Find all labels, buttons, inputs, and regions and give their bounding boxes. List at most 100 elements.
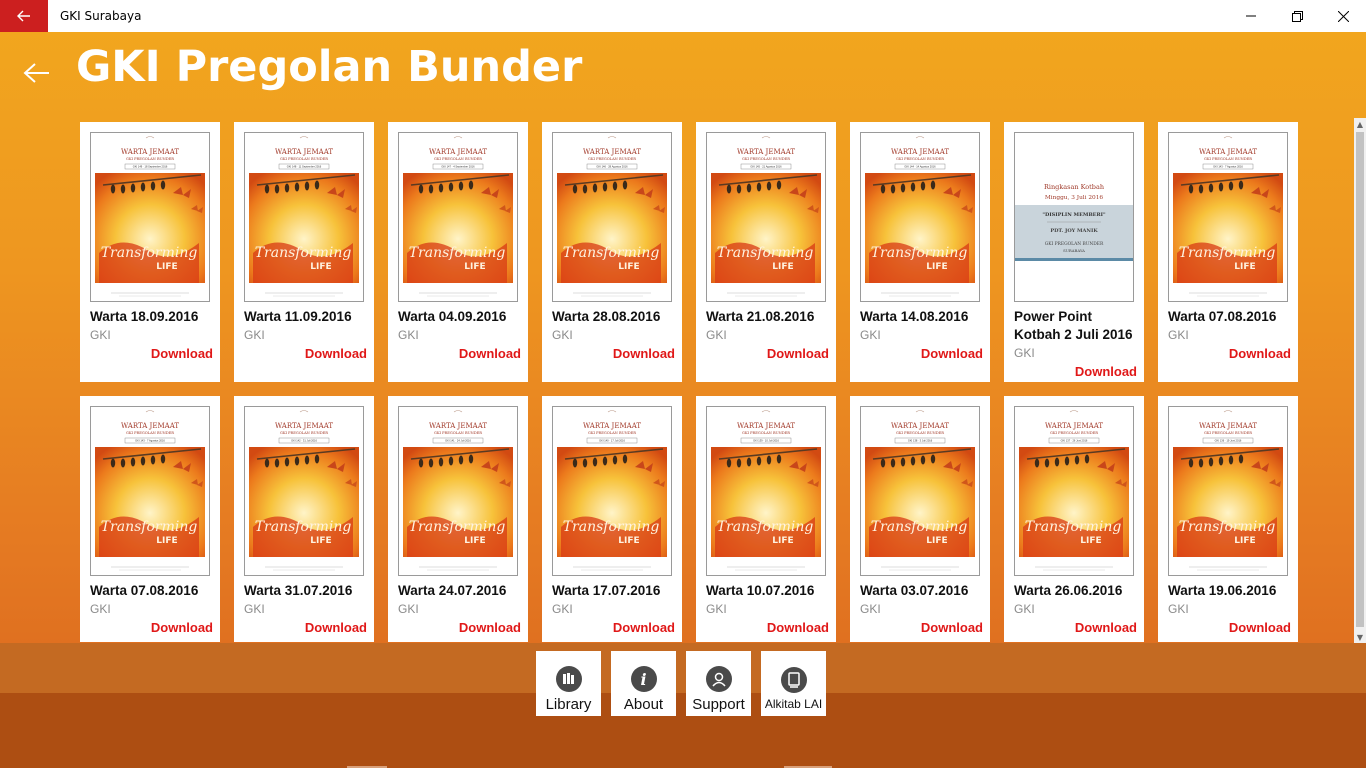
document-source: GKI <box>1014 602 1035 616</box>
document-tile[interactable]: WARTA JEMAAT GKI PREGOLAN BUNDER GKI 149… <box>80 122 220 382</box>
document-thumbnail[interactable]: WARTA JEMAAT GKI PREGOLAN BUNDER GKI 143… <box>1168 132 1288 302</box>
download-link[interactable]: Download <box>151 346 213 361</box>
document-tile[interactable]: WARTA JEMAAT GKI PREGOLAN BUNDER GKI 139… <box>696 396 836 642</box>
warta-cover-image: WARTA JEMAAT GKI PREGOLAN BUNDER GKI 143… <box>91 407 209 575</box>
document-thumbnail[interactable]: WARTA JEMAAT GKI PREGOLAN BUNDER GKI 137… <box>1014 406 1134 576</box>
vertical-scrollbar[interactable]: ▲ ▼ <box>1354 118 1366 643</box>
cover-art-text: LIFE <box>926 536 947 546</box>
document-thumbnail[interactable]: WARTA JEMAAT GKI PREGOLAN BUNDER GKI 140… <box>552 406 672 576</box>
warta-cover-image: WARTA JEMAAT GKI PREGOLAN BUNDER GKI 136… <box>1169 407 1287 575</box>
cover-art-text: Transforming <box>255 519 352 535</box>
download-link[interactable]: Download <box>767 620 829 635</box>
cover-edition: GKI 143 · 7 Agustus 2016 <box>135 439 165 443</box>
document-title: Power Point Kotbah 2 Juli 2016 <box>1014 309 1133 342</box>
download-link[interactable]: Download <box>767 346 829 361</box>
cover-subheader: GKI PREGOLAN BUNDER <box>1204 431 1252 435</box>
warta-cover-image: WARTA JEMAAT GKI PREGOLAN BUNDER GKI 145… <box>707 133 825 301</box>
download-link[interactable]: Download <box>459 620 521 635</box>
document-thumbnail[interactable]: WARTA JEMAAT GKI PREGOLAN BUNDER GKI 136… <box>1168 406 1288 576</box>
document-thumbnail[interactable]: WARTA JEMAAT GKI PREGOLAN BUNDER GKI 144… <box>860 132 980 302</box>
download-link[interactable]: Download <box>1229 620 1291 635</box>
document-thumbnail[interactable]: WARTA JEMAAT GKI PREGOLAN BUNDER GKI 142… <box>244 406 364 576</box>
cover-header: WARTA JEMAAT <box>429 148 487 156</box>
document-tile[interactable]: WARTA JEMAAT GKI PREGOLAN BUNDER GKI 148… <box>234 122 374 382</box>
support-button[interactable]: Support <box>686 651 751 716</box>
cover-art-text: Transforming <box>1179 245 1276 261</box>
warta-cover-image: WARTA JEMAAT GKI PREGOLAN BUNDER GKI 141… <box>399 407 517 575</box>
document-thumbnail[interactable]: WARTA JEMAAT GKI PREGOLAN BUNDER GKI 138… <box>860 406 980 576</box>
download-link[interactable]: Download <box>613 620 675 635</box>
document-source: GKI <box>860 602 881 616</box>
support-icon <box>705 666 732 692</box>
document-tile[interactable]: WARTA JEMAAT GKI PREGOLAN BUNDER GKI 141… <box>388 396 528 642</box>
document-tile[interactable]: WARTA JEMAAT GKI PREGOLAN BUNDER GKI 142… <box>234 396 374 642</box>
kotbah-line: GKI PREGOLAN BUNDER <box>1045 242 1104 247</box>
kotbah-line: PDT. JOY MANIK <box>1050 228 1098 234</box>
document-source: GKI <box>90 602 111 616</box>
document-title: Warta 18.09.2016 <box>90 309 199 324</box>
document-thumbnail[interactable]: Ringkasan Kotbah Minggu, 3 Juli 2016 "DI… <box>1014 132 1134 302</box>
cover-edition: GKI 144 · 14 Agustus 2016 <box>904 165 936 169</box>
document-tile[interactable]: WARTA JEMAAT GKI PREGOLAN BUNDER GKI 140… <box>542 396 682 642</box>
cover-art-text: Transforming <box>563 245 660 261</box>
cover-subheader: GKI PREGOLAN BUNDER <box>434 157 482 161</box>
document-thumbnail[interactable]: WARTA JEMAAT GKI PREGOLAN BUNDER GKI 143… <box>90 406 210 576</box>
document-tile[interactable]: WARTA JEMAAT GKI PREGOLAN BUNDER GKI 145… <box>696 122 836 382</box>
document-tile[interactable]: WARTA JEMAAT GKI PREGOLAN BUNDER GKI 137… <box>1004 396 1144 642</box>
document-thumbnail[interactable]: WARTA JEMAAT GKI PREGOLAN BUNDER GKI 149… <box>90 132 210 302</box>
download-link[interactable]: Download <box>151 620 213 635</box>
download-link[interactable]: Download <box>921 346 983 361</box>
warta-cover-image: WARTA JEMAAT GKI PREGOLAN BUNDER GKI 142… <box>245 407 363 575</box>
download-link[interactable]: Download <box>459 346 521 361</box>
cover-art-text: Transforming <box>1179 519 1276 535</box>
document-thumbnail[interactable]: WARTA JEMAAT GKI PREGOLAN BUNDER GKI 147… <box>398 132 518 302</box>
document-tile[interactable]: WARTA JEMAAT GKI PREGOLAN BUNDER GKI 143… <box>80 396 220 642</box>
document-tile[interactable]: WARTA JEMAAT GKI PREGOLAN BUNDER GKI 143… <box>1158 122 1298 382</box>
cover-subheader: GKI PREGOLAN BUNDER <box>280 157 328 161</box>
cover-art-text: LIFE <box>1080 536 1101 546</box>
library-button[interactable]: Library <box>536 651 601 716</box>
alkitab-button[interactable]: Alkitab LAI <box>761 651 826 716</box>
download-link[interactable]: Download <box>305 346 367 361</box>
cover-edition: GKI 149 · 18 September 2016 <box>133 165 168 169</box>
cover-art-text: Transforming <box>563 519 660 535</box>
document-tile[interactable]: WARTA JEMAAT GKI PREGOLAN BUNDER GKI 138… <box>850 396 990 642</box>
cover-header: WARTA JEMAAT <box>429 422 487 430</box>
scroll-up-icon[interactable]: ▲ <box>1354 118 1366 130</box>
library-label: Library <box>545 696 592 713</box>
scrollbar-thumb[interactable] <box>1356 132 1364 627</box>
about-button[interactable]: i About <box>611 651 676 716</box>
cover-art-text: LIFE <box>156 262 177 272</box>
download-link[interactable]: Download <box>1229 346 1291 361</box>
warta-cover-image: WARTA JEMAAT GKI PREGOLAN BUNDER GKI 149… <box>91 133 209 301</box>
document-title: Warta 26.06.2016 <box>1014 583 1123 598</box>
document-thumbnail[interactable]: WARTA JEMAAT GKI PREGOLAN BUNDER GKI 148… <box>244 132 364 302</box>
cover-art-text: Transforming <box>409 245 506 261</box>
document-thumbnail[interactable]: WARTA JEMAAT GKI PREGOLAN BUNDER GKI 139… <box>706 406 826 576</box>
document-tile[interactable]: WARTA JEMAAT GKI PREGOLAN BUNDER GKI 146… <box>542 122 682 382</box>
scroll-down-icon[interactable]: ▼ <box>1354 631 1366 643</box>
cover-edition: GKI 138 · 3 Juli 2016 <box>908 439 933 443</box>
document-grid: WARTA JEMAAT GKI PREGOLAN BUNDER GKI 149… <box>80 122 1310 642</box>
cover-edition: GKI 141 · 24 Juli 2016 <box>445 439 471 443</box>
document-tile[interactable]: WARTA JEMAAT GKI PREGOLAN BUNDER GKI 147… <box>388 122 528 382</box>
about-label: About <box>623 696 664 713</box>
document-thumbnail[interactable]: WARTA JEMAAT GKI PREGOLAN BUNDER GKI 145… <box>706 132 826 302</box>
document-thumbnail[interactable]: WARTA JEMAAT GKI PREGOLAN BUNDER GKI 146… <box>552 132 672 302</box>
document-title: Warta 11.09.2016 <box>244 309 352 324</box>
cover-edition: GKI 139 · 10 Juli 2016 <box>753 439 779 443</box>
info-icon: i <box>630 666 657 692</box>
download-link[interactable]: Download <box>305 620 367 635</box>
kotbah-line: "DISIPLIN MEMBERI" <box>1042 212 1106 218</box>
download-link[interactable]: Download <box>1075 620 1137 635</box>
download-link[interactable]: Download <box>921 620 983 635</box>
cover-art-text: LIFE <box>310 536 331 546</box>
download-link[interactable]: Download <box>1075 364 1137 379</box>
document-tile[interactable]: Ringkasan Kotbah Minggu, 3 Juli 2016 "DI… <box>1004 122 1144 382</box>
document-source: GKI <box>706 602 727 616</box>
support-label: Support <box>692 696 745 713</box>
document-tile[interactable]: WARTA JEMAAT GKI PREGOLAN BUNDER GKI 144… <box>850 122 990 382</box>
download-link[interactable]: Download <box>613 346 675 361</box>
document-tile[interactable]: WARTA JEMAAT GKI PREGOLAN BUNDER GKI 136… <box>1158 396 1298 642</box>
document-thumbnail[interactable]: WARTA JEMAAT GKI PREGOLAN BUNDER GKI 141… <box>398 406 518 576</box>
